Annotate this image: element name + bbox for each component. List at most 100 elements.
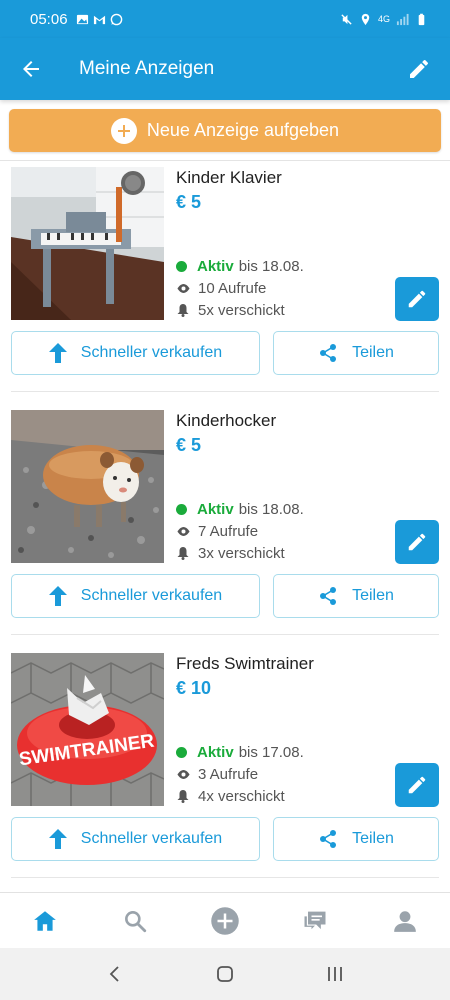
edit-listing-button[interactable] [395,520,439,564]
arrow-up-icon [48,586,67,606]
messages-icon [304,911,326,929]
battery-icon [418,13,425,25]
listing-image[interactable] [11,167,164,320]
network-type: 4G [377,13,390,24]
signal-icon [396,13,409,25]
add-icon [211,906,239,935]
share-label: Teilen [352,344,394,361]
divider [11,391,439,392]
nav-search[interactable] [90,893,180,948]
bell-icon [176,547,190,560]
edit-listing-button[interactable] [395,763,439,807]
home-icon [34,910,56,931]
views-count: 7 Aufrufe [176,523,258,540]
share-label: Teilen [352,830,394,847]
page-title: Meine Anzeigen [79,58,215,79]
back-arrow-icon [23,61,39,77]
listing-price: € 5 [176,192,202,212]
system-nav-bar [0,948,450,1000]
pencil-icon [408,533,426,551]
pencil-icon [408,290,426,308]
sent-label: 3x verschickt [198,545,285,562]
location-icon [361,13,370,25]
system-back-button[interactable] [95,954,135,994]
sent-count: 5x verschickt [176,302,285,319]
listing-status: Aktiv bis 18.08. [176,258,304,275]
share-icon [318,829,338,849]
share-button[interactable]: Teilen [273,817,439,861]
edit-listing-button[interactable] [395,277,439,321]
bell-icon [176,304,190,317]
new-ad-label: Neue Anzeige aufgeben [146,120,340,140]
views-count: 10 Aufrufe [176,280,266,297]
active-dot-icon [176,747,187,758]
active-dot-icon [176,504,187,515]
edit-mode-button[interactable] [388,38,450,100]
share-button[interactable]: Teilen [273,331,439,375]
sent-label: 4x verschickt [198,788,285,805]
arrow-up-icon [48,829,67,849]
views-label: 10 Aufrufe [198,280,267,297]
views-label: 7 Aufrufe [198,523,259,540]
listing-price: € 10 [176,678,212,698]
nav-add[interactable] [180,893,270,948]
home-square-icon [217,966,233,982]
expiry-date: bis 18.08. [238,258,304,275]
whatsapp-icon [110,13,122,25]
back-button[interactable] [0,38,62,100]
plus-icon [110,117,137,144]
eye-icon [176,527,190,536]
divider [11,634,439,635]
share-button[interactable]: Teilen [273,574,439,618]
nav-profile[interactable] [360,893,450,948]
search-icon [125,910,147,932]
pencil-icon [408,776,426,794]
listing-title[interactable]: Kinderhocker [176,411,276,431]
sell-faster-label: Schneller verkaufen [80,587,223,604]
nav-messages[interactable] [270,893,360,948]
eye-icon [176,284,190,293]
profile-icon [394,910,416,932]
divider [11,877,439,878]
share-label: Teilen [352,587,394,604]
share-icon [318,586,338,606]
expiry-date: bis 18.08. [238,501,304,518]
listing-card: Kinder Klavier € 5 Aktiv bis 18.08. 10 A… [0,161,450,404]
bell-icon [176,790,190,803]
chevron-left-icon [109,966,119,982]
status-bar: 05:06 4G [0,0,450,38]
gmail-icon [93,15,105,24]
bottom-nav [0,892,450,948]
status-label: Aktiv [197,501,234,518]
sell-faster-button[interactable]: Schneller verkaufen [11,574,260,618]
sell-faster-button[interactable]: Schneller verkaufen [11,817,260,861]
new-ad-button[interactable]: Neue Anzeige aufgeben [9,109,441,152]
sell-faster-label: Schneller verkaufen [80,344,223,361]
pencil-icon [410,59,429,78]
recents-icon [328,967,342,981]
listing-image[interactable]: SWIMTRAINER [11,653,164,806]
system-home-button[interactable] [205,954,245,994]
system-recents-button[interactable] [315,954,355,994]
sell-faster-button[interactable]: Schneller verkaufen [11,331,260,375]
status-label: Aktiv [197,744,234,761]
system-icons: 4G [340,13,428,26]
share-icon [318,343,338,363]
mute-icon [341,13,352,25]
listing-title[interactable]: Freds Swimtrainer [176,654,314,674]
eye-icon [176,770,190,779]
status-time: 05:06 [30,10,68,28]
listing-status: Aktiv bis 18.08. [176,501,304,518]
views-count: 3 Aufrufe [176,766,258,783]
listing-status: Aktiv bis 17.08. [176,744,304,761]
nav-home[interactable] [0,893,90,948]
expiry-date: bis 17.08. [238,744,304,761]
gallery-icon [76,14,88,24]
listing-image[interactable] [11,410,164,563]
arrow-up-icon [48,343,67,363]
sent-count: 3x verschickt [176,545,285,562]
listing-title[interactable]: Kinder Klavier [176,168,282,188]
sell-faster-label: Schneller verkaufen [80,830,223,847]
sent-count: 4x verschickt [176,788,285,805]
listing-card: SWIMTRAINER Freds Swimtrainer € 10 Aktiv… [0,647,450,890]
